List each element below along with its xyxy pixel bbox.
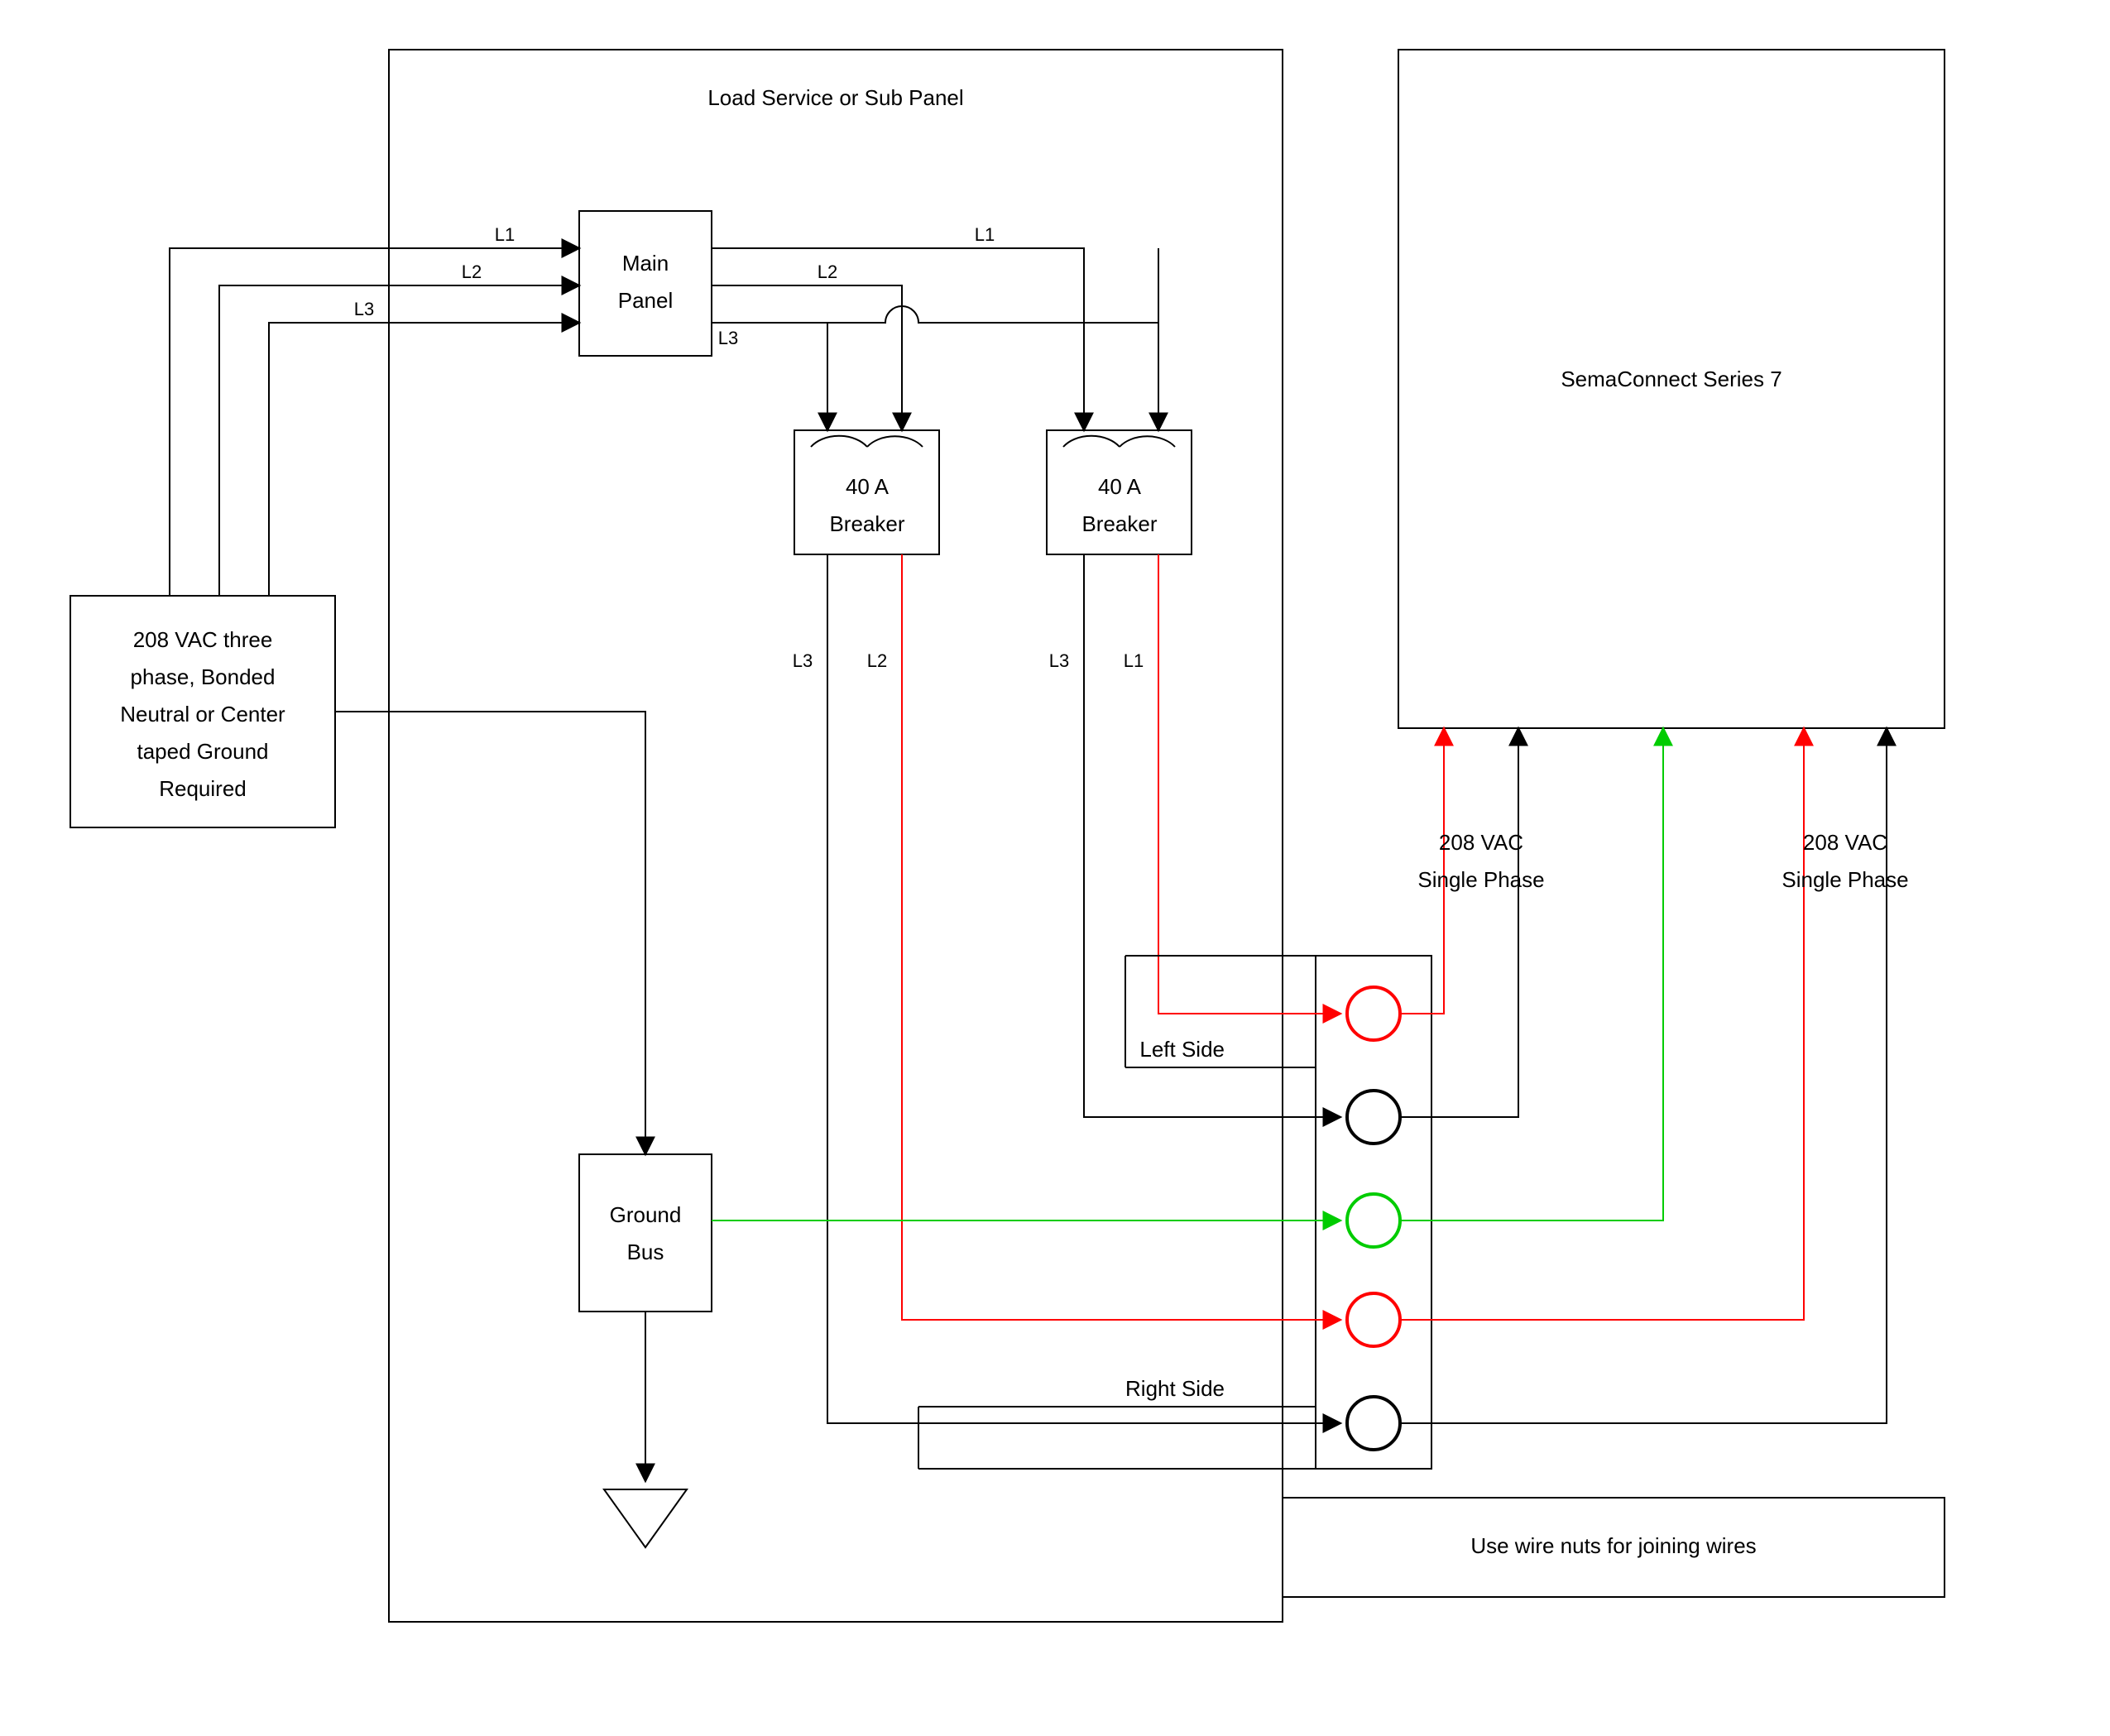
label-L1-out: L1 — [975, 224, 995, 245]
label-L3-in: L3 — [354, 299, 374, 319]
main-panel-box — [579, 211, 712, 356]
terminal-1 — [1347, 987, 1400, 1040]
panel-title: Load Service or Sub Panel — [707, 85, 963, 110]
label-L2-out: L2 — [818, 261, 837, 282]
terminal-4 — [1347, 1293, 1400, 1346]
terminal-3 — [1347, 1194, 1400, 1247]
main-panel-line2: Panel — [618, 288, 674, 313]
source-line2: phase, Bonded — [131, 664, 276, 689]
left-side-label: Left Side — [1139, 1037, 1225, 1062]
label-L1-in: L1 — [495, 224, 515, 245]
wire-nuts-label: Use wire nuts for joining wires — [1470, 1533, 1756, 1558]
label-b1-L3: L3 — [793, 650, 813, 671]
source-line4: taped Ground — [137, 739, 268, 764]
source-line3: Neutral or Center — [120, 702, 285, 727]
label-b2-L3: L3 — [1049, 650, 1069, 671]
label-L2-in: L2 — [462, 261, 482, 282]
label-L3-out: L3 — [718, 328, 738, 348]
source-line1: 208 VAC three — [133, 627, 273, 652]
phase2-line2: Single Phase — [1782, 867, 1908, 892]
phase1-line1: 208 VAC — [1439, 830, 1523, 855]
terminal-2 — [1347, 1091, 1400, 1144]
device-label: SemaConnect Series 7 — [1561, 367, 1782, 391]
label-b1-L2: L2 — [867, 650, 887, 671]
main-panel-line1: Main — [622, 251, 669, 276]
ground-bus-box — [579, 1154, 712, 1312]
phase1-line2: Single Phase — [1417, 867, 1544, 892]
terminal-5 — [1347, 1397, 1400, 1450]
wire-t4-dev — [1400, 728, 1804, 1320]
phase2-line1: 208 VAC — [1803, 830, 1887, 855]
breaker1-line2: Breaker — [829, 511, 904, 536]
wiring-diagram: Load Service or Sub Panel 208 VAC three … — [0, 0, 2110, 1736]
ground-bus-line1: Ground — [610, 1202, 682, 1227]
source-line5: Required — [159, 776, 247, 801]
right-side-label: Right Side — [1125, 1376, 1225, 1401]
label-b2-L1: L1 — [1124, 650, 1144, 671]
breaker2-line1: 40 A — [1098, 474, 1142, 499]
ground-bus-line2: Bus — [627, 1240, 664, 1264]
breaker2-line2: Breaker — [1081, 511, 1157, 536]
wire-t3-dev — [1400, 728, 1663, 1220]
breaker1-line1: 40 A — [846, 474, 890, 499]
